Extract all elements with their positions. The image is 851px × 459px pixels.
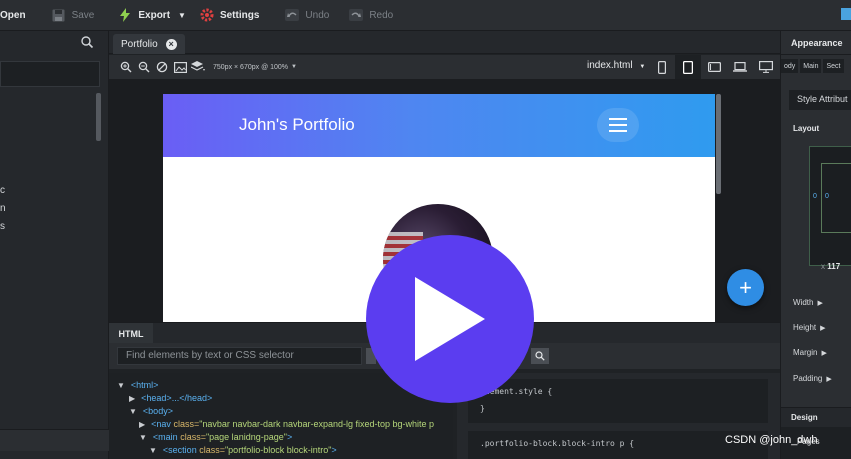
left-list-item[interactable]: n (0, 203, 6, 214)
no-style-icon[interactable] (153, 58, 171, 76)
layout-section-title: Layout (793, 124, 820, 133)
zoom-out-icon[interactable] (135, 58, 153, 76)
save-button[interactable]: Save (36, 0, 105, 31)
main-toolbar: Open Save Export ▼ Settings Undo Redo (0, 0, 851, 31)
collapse-arrow-icon[interactable]: ▶ (129, 394, 135, 403)
caret-right-icon: ▶ (820, 325, 826, 332)
canvas-size-label[interactable]: 750px × 670px @ 100% (213, 64, 288, 71)
height-property[interactable]: Height ▶ (793, 323, 826, 332)
redo-icon (349, 8, 364, 22)
tree-node-section[interactable]: ▼ <section class="portfolio-block block-i… (149, 445, 337, 455)
caret-right-icon: ▶ (817, 300, 823, 307)
tablet-landscape-icon[interactable] (701, 55, 727, 79)
css-rules-pane: element.style { } .portfolio-block.block… (457, 373, 780, 459)
breadcrumb-body[interactable]: ody (781, 59, 799, 73)
tab-html[interactable]: HTML (109, 323, 153, 344)
hamburger-line (609, 124, 627, 126)
zoom-in-icon[interactable] (117, 58, 135, 76)
view-toolbar: 750px × 670px @ 100% ▼ index.html ▼ (109, 55, 780, 79)
appearance-header[interactable]: Appearance (781, 31, 851, 55)
tab-portfolio[interactable]: Portfolio × (113, 34, 185, 54)
chevron-down-icon: ▼ (178, 10, 186, 20)
collapse-arrow-icon[interactable]: ▶ (139, 420, 145, 429)
redo-button[interactable]: Redo (339, 0, 403, 31)
style-attribute-select[interactable]: Style Attribut (789, 90, 851, 110)
dimension-readout: x 117 (821, 262, 841, 271)
layers-icon[interactable] (189, 58, 207, 76)
hamburger-line (609, 130, 627, 132)
export-button[interactable]: Export ▼ (104, 0, 196, 31)
caret-right-icon: ▶ (821, 350, 827, 357)
margin-property[interactable]: Margin ▶ (793, 348, 827, 357)
desktop-icon[interactable] (753, 55, 779, 79)
css-rule-element-style[interactable]: element.style { } (468, 379, 768, 423)
close-icon[interactable]: × (165, 38, 177, 50)
undo-button[interactable]: Undo (269, 0, 339, 31)
box-model-left-value[interactable]: 0 (813, 193, 817, 200)
image-icon[interactable] (171, 58, 189, 76)
css-rule-block-intro[interactable]: .portfolio-block.block-intro p { (468, 431, 768, 459)
expand-arrow-icon[interactable]: ▼ (117, 381, 125, 390)
play-icon (415, 277, 485, 361)
box-model-inner-left-value[interactable]: 0 (825, 193, 829, 200)
open-button[interactable]: Open (0, 0, 36, 31)
caret-right-icon: ▶ (826, 376, 832, 383)
left-list-item[interactable]: c (0, 185, 5, 196)
tree-node-main[interactable]: ▼ <main class="page lanidng-page"> (139, 432, 292, 442)
selector-breadcrumb: ody Main Sect (781, 59, 844, 73)
left-scrollbar[interactable] (96, 93, 101, 141)
tree-node-head[interactable]: ▶ <head>...</head> (129, 393, 212, 403)
hamburger-line (609, 118, 627, 120)
plus-icon: + (739, 274, 752, 300)
padding-property[interactable]: Padding ▶ (793, 374, 832, 383)
document-tabbar: Portfolio × (109, 31, 780, 54)
left-panel-footer (0, 429, 109, 451)
settings-button[interactable]: Settings (196, 0, 269, 31)
file-selector[interactable]: index.html ▼ (587, 60, 645, 71)
gear-icon (200, 8, 214, 22)
chevron-down-icon: ▼ (639, 64, 646, 70)
tablet-icon[interactable] (675, 55, 701, 79)
phone-icon[interactable] (649, 55, 675, 79)
editor-window: Open Save Export ▼ Settings Undo Redo c … (0, 0, 851, 459)
search-icon[interactable] (80, 35, 94, 49)
undo-icon (285, 8, 300, 22)
breadcrumb-main[interactable]: Main (800, 59, 822, 73)
width-property[interactable]: Width ▶ (793, 298, 823, 307)
design-section-header[interactable]: Design (781, 407, 851, 427)
breadcrumb-section[interactable]: Sect (823, 59, 844, 73)
left-panel: c n s (0, 31, 109, 459)
navbar-toggler[interactable] (597, 108, 639, 142)
save-icon (52, 8, 66, 22)
add-button[interactable]: + (727, 269, 764, 306)
finder-search-button[interactable] (531, 348, 549, 364)
expand-arrow-icon[interactable]: ▼ (129, 407, 137, 416)
chevron-down-icon[interactable]: ▼ (291, 64, 297, 70)
device-switcher (649, 55, 779, 79)
element-search-input[interactable]: Find elements by text or CSS selector (117, 347, 362, 365)
left-search-input[interactable] (0, 61, 100, 87)
expand-arrow-icon[interactable]: ▼ (149, 446, 157, 455)
tree-node-nav[interactable]: ▶ <nav class="navbar navbar-dark navbar-e… (139, 419, 434, 429)
tree-node-html[interactable]: ▼ <html> (117, 380, 158, 390)
laptop-icon[interactable] (727, 55, 753, 79)
search-icon (535, 351, 545, 361)
expand-arrow-icon[interactable]: ▼ (139, 433, 147, 442)
watermark: CSDN @john_dwh (725, 434, 818, 446)
appearance-panel: Appearance ody Main Sect Style Attribut … (780, 31, 851, 459)
canvas-scrollbar[interactable] (716, 94, 721, 194)
left-list-item[interactable]: s (0, 221, 5, 232)
site-brand[interactable]: John's Portfolio (239, 115, 355, 135)
lightning-icon (118, 8, 132, 22)
tree-node-body[interactable]: ▼ <body> (129, 406, 173, 416)
window-icon[interactable] (841, 8, 851, 20)
site-navbar[interactable]: John's Portfolio (163, 94, 715, 157)
video-play-button[interactable] (366, 235, 534, 403)
